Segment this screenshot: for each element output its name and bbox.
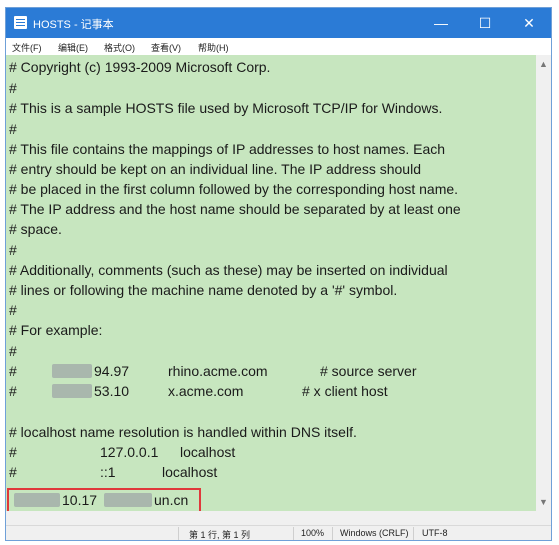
title-bar[interactable]: HOSTS - 记事本 — ☐ ✕ — [6, 8, 551, 38]
text-line: # — [9, 242, 17, 258]
text-line: # This file contains the mappings of IP … — [9, 141, 446, 157]
vertical-scrollbar[interactable]: ▲ ▼ — [536, 55, 551, 511]
text-line: # Copyright (c) 1993-2009 Microsoft Corp… — [9, 59, 271, 75]
close-button[interactable]: ✕ — [507, 8, 551, 38]
example-host: x.acme.com — [168, 383, 244, 399]
redacted-ip — [52, 364, 92, 378]
highlight-box — [7, 488, 201, 511]
status-divider — [178, 527, 179, 540]
localhost-host: localhost — [162, 464, 218, 480]
zoom-level: 100% — [301, 528, 325, 538]
text-line: # — [9, 121, 17, 137]
scrollbar-corner — [536, 511, 551, 525]
maximize-icon: ☐ — [478, 14, 492, 31]
notepad-icon — [14, 16, 27, 29]
close-icon: ✕ — [523, 14, 535, 31]
menu-file[interactable]: 文件(F) — [12, 41, 42, 54]
localhost-ip: 127.0.0.1 — [100, 444, 159, 460]
text-editor[interactable]: # Copyright (c) 1993-2009 Microsoft Corp… — [6, 55, 536, 511]
cursor-position: 第 1 行, 第 1 列 — [189, 530, 251, 540]
status-divider — [413, 527, 414, 540]
example-comment: # x client host — [302, 383, 388, 399]
example-ip: 53.10 — [94, 383, 130, 399]
scroll-up-icon[interactable]: ▲ — [539, 59, 548, 69]
maximize-button[interactable]: ☐ — [463, 8, 507, 38]
text-line: # The IP address and the host name shoul… — [9, 201, 461, 217]
example-ip: 94.97 — [94, 363, 130, 379]
menu-edit[interactable]: 编辑(E) — [58, 41, 88, 54]
menu-help[interactable]: 帮助(H) — [198, 41, 229, 54]
menu-view[interactable]: 查看(V) — [151, 41, 181, 54]
text-line: # space. — [9, 221, 62, 237]
window-title: HOSTS - 记事本 — [33, 19, 114, 31]
text-line: # — [9, 80, 17, 96]
example-hash: # — [9, 383, 17, 399]
text-line: # — [9, 343, 17, 359]
minimize-button[interactable]: — — [419, 8, 463, 38]
text-line: # — [9, 302, 17, 318]
localhost-hash: # — [9, 444, 17, 460]
menu-bar: 文件(F) 编辑(E) 格式(O) 查看(V) 帮助(H) — [6, 38, 551, 55]
localhost-comment: # localhost name resolution is handled w… — [9, 424, 357, 440]
line-ending: Windows (CRLF) — [340, 528, 409, 538]
example-host: rhino.acme.com — [168, 363, 268, 379]
status-bar: 第 1 行, 第 1 列 100% Windows (CRLF) UTF-8 — [6, 525, 551, 540]
menu-format[interactable]: 格式(O) — [104, 41, 135, 54]
text-line: # Additionally, comments (such as these)… — [9, 262, 448, 278]
text-line: # This is a sample HOSTS file used by Mi… — [9, 100, 443, 116]
example-hash: # — [9, 363, 17, 379]
horizontal-scrollbar[interactable] — [6, 511, 536, 525]
status-divider — [293, 527, 294, 540]
localhost-host: localhost — [180, 444, 236, 460]
text-line: # For example: — [9, 322, 103, 338]
example-comment: # source server — [320, 363, 417, 379]
text-line: # entry should be kept on an individual … — [9, 161, 421, 177]
localhost-hash: # — [9, 464, 17, 480]
notepad-window: HOSTS - 记事本 — ☐ ✕ 文件(F) 编辑(E) 格式(O) 查看(V… — [5, 7, 552, 541]
minimize-icon: — — [434, 15, 448, 31]
localhost-ip: ::1 — [100, 464, 116, 480]
text-line: # lines or following the machine name de… — [9, 282, 398, 298]
encoding: UTF-8 — [422, 528, 448, 538]
scroll-down-icon[interactable]: ▼ — [539, 497, 548, 507]
text-line: # be placed in the first column followed… — [9, 181, 459, 197]
status-divider — [332, 527, 333, 540]
redacted-ip — [52, 384, 92, 398]
